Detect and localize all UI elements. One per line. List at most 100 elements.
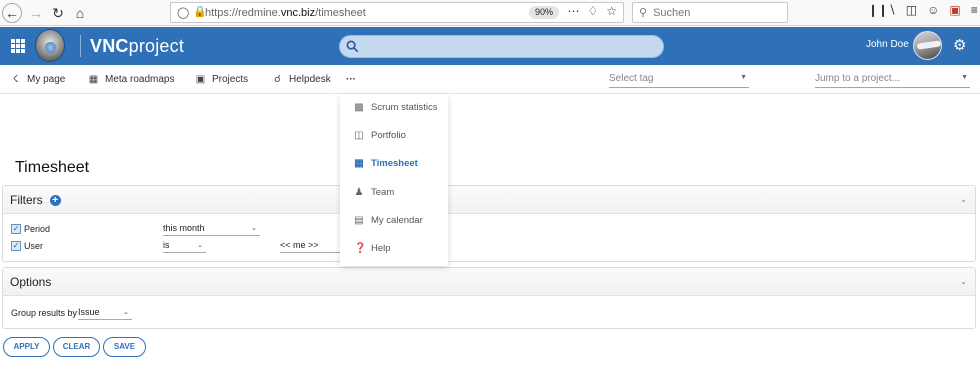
dropdown-item-label: Scrum statistics <box>371 102 438 113</box>
dropdown-item-my-calendar[interactable]: ▤ My calendar <box>354 215 423 226</box>
dropdown-item-label: Timesheet <box>371 158 418 169</box>
options-title: Options <box>10 275 52 289</box>
global-search-input[interactable] <box>339 35 664 58</box>
caret-down-icon: ▼ <box>740 74 747 81</box>
menu-item-projects[interactable]: ▣ Projects <box>195 74 248 85</box>
chevron-down-icon[interactable]: ⌄ <box>960 277 967 286</box>
dropdown-item-team[interactable]: ♟ Team <box>354 187 395 198</box>
more-dropdown-menu: ▩ Scrum statistics ◫ Portfolio ▦ Timeshe… <box>340 94 448 266</box>
menu-item-label: My page <box>27 74 66 85</box>
library-icon[interactable]: ❙❙∖ <box>868 3 896 17</box>
bar-chart-icon: ▩ <box>354 102 364 113</box>
period-select-value: this month <box>163 223 205 233</box>
select-tag-placeholder: Select tag <box>609 73 654 84</box>
caret-down-icon: ▼ <box>961 74 968 81</box>
back-icon[interactable]: ← <box>2 3 22 23</box>
period-select[interactable]: this month ⌄ <box>163 223 260 236</box>
chevron-down-icon: ⌄ <box>197 242 203 249</box>
clear-button[interactable]: CLEAR <box>53 337 100 357</box>
options-panel: Options ⌄ Group results by Issue ⌄ <box>2 267 976 329</box>
chevron-down-icon: ⌄ <box>123 309 129 316</box>
menu-item-helpdesk[interactable]: ☌ Helpdesk <box>272 74 331 85</box>
apply-button[interactable]: APPLY <box>3 337 50 357</box>
menu-item-my-page[interactable]: ☇ My page <box>10 74 66 85</box>
url-text: https://redmine.vnc.biz/timesheet <box>205 6 366 19</box>
brand-name[interactable]: VNCproject <box>90 36 184 57</box>
chevron-down-icon[interactable]: ⌄ <box>960 195 967 204</box>
filter-row-user: ✓ User <box>11 241 43 251</box>
headset-icon: ☌ <box>274 74 281 85</box>
lock-icon: 🔒 <box>193 6 207 18</box>
dropdown-item-portfolio[interactable]: ◫ Portfolio <box>354 130 406 141</box>
save-button[interactable]: SAVE <box>103 337 146 357</box>
reload-icon[interactable]: ↻ <box>48 3 68 23</box>
filters-header[interactable]: Filters + ⌄ <box>3 186 975 214</box>
jump-to-project-dropdown[interactable]: Jump to a project... ▼ <box>815 72 970 88</box>
page-title: Timesheet <box>15 159 90 176</box>
top-menu: ☇ My page ▦ Meta roadmaps ▣ Projects ☌ H… <box>0 66 980 94</box>
user-label: User <box>24 241 44 251</box>
dropdown-item-help[interactable]: ❓ Help <box>354 243 391 254</box>
menu-item-meta-roadmaps[interactable]: ▦ Meta roadmaps <box>88 74 175 85</box>
forward-icon[interactable]: → <box>26 3 46 23</box>
jump-to-project-placeholder: Jump to a project... <box>815 73 901 84</box>
dropdown-item-timesheet[interactable]: ▦ Timesheet <box>354 158 418 169</box>
group-results-select[interactable]: Issue ⌄ <box>78 307 132 320</box>
address-bar[interactable]: ◯ 🔒 https://redmine.vnc.biz/timesheet 90… <box>170 2 624 23</box>
extension-icon[interactable]: ▣ <box>949 3 960 17</box>
calendar-icon: ▤ <box>354 215 364 226</box>
user-checkbox[interactable]: ✓ <box>11 241 21 251</box>
pin-icon: ☇ <box>12 74 19 85</box>
folder-open-icon: ◫ <box>354 130 364 141</box>
header-divider <box>80 35 81 57</box>
more-actions-icon[interactable]: ⋯ <box>567 4 579 18</box>
menu-item-label: Meta roadmaps <box>105 74 175 85</box>
menu-item-label: Helpdesk <box>289 74 331 85</box>
user-value: << me >> <box>280 240 319 250</box>
people-icon: ♟ <box>354 187 364 198</box>
user-value-select[interactable]: << me >> <box>280 240 342 253</box>
apps-grid-icon[interactable] <box>11 39 25 53</box>
user-operator-select[interactable]: is ⌄ <box>163 240 206 253</box>
options-header[interactable]: Options ⌄ <box>3 268 975 296</box>
select-tag-dropdown[interactable]: Select tag ▼ <box>609 72 749 88</box>
map-icon: ▦ <box>88 74 99 85</box>
briefcase-icon: ▣ <box>195 74 206 85</box>
shield-icon: ◯ <box>177 7 190 19</box>
more-menu-button[interactable]: ··· <box>346 74 356 85</box>
filter-row-period: ✓ Period <box>11 224 50 234</box>
filters-title: Filters <box>10 193 43 207</box>
browser-toolbar: ← → ↻ ⌂ ◯ 🔒 https://redmine.vnc.biz/time… <box>0 0 980 26</box>
filters-panel: Filters + ⌄ ✓ Period this month ⌄ ✓ User… <box>2 185 976 262</box>
timesheet-icon: ▦ <box>354 158 364 169</box>
menu-icon[interactable]: ≡ <box>971 3 978 17</box>
menu-item-label: Projects <box>212 74 249 85</box>
help-icon: ❓ <box>354 243 367 254</box>
dropdown-item-label: My calendar <box>371 215 423 226</box>
sidebar-icon[interactable]: ◫ <box>906 3 917 17</box>
browser-search-input[interactable]: ⚲ Suchen <box>632 2 788 23</box>
search-icon: ⚲ <box>639 7 648 19</box>
group-results-label: Group results by <box>11 308 78 318</box>
account-icon[interactable]: ☺ <box>927 3 939 17</box>
zoom-badge[interactable]: 90% <box>528 6 559 19</box>
user-name[interactable]: John Doe <box>866 39 909 50</box>
add-filter-icon[interactable]: + <box>49 194 61 206</box>
search-icon <box>346 40 359 53</box>
dropdown-item-label: Portfolio <box>371 130 406 141</box>
home-icon[interactable]: ⌂ <box>70 3 90 23</box>
vnc-logo[interactable] <box>35 29 65 62</box>
period-checkbox[interactable]: ✓ <box>11 224 21 234</box>
bookmark-star-icon[interactable]: ☆ <box>606 4 617 18</box>
browser-search-placeholder: Suchen <box>653 6 691 19</box>
app-header: VNCproject John Doe ⚙ <box>0 27 980 65</box>
gear-icon[interactable]: ⚙ <box>953 38 966 53</box>
avatar[interactable] <box>913 31 942 60</box>
dropdown-item-scrum-statistics[interactable]: ▩ Scrum statistics <box>354 102 438 113</box>
dropdown-item-label: Team <box>371 187 395 198</box>
pocket-icon[interactable]: ♢ <box>587 4 598 18</box>
group-results-value: Issue <box>78 307 100 317</box>
chevron-down-icon: ⌄ <box>251 225 257 232</box>
period-label: Period <box>24 224 51 234</box>
user-operator-value: is <box>163 240 170 250</box>
